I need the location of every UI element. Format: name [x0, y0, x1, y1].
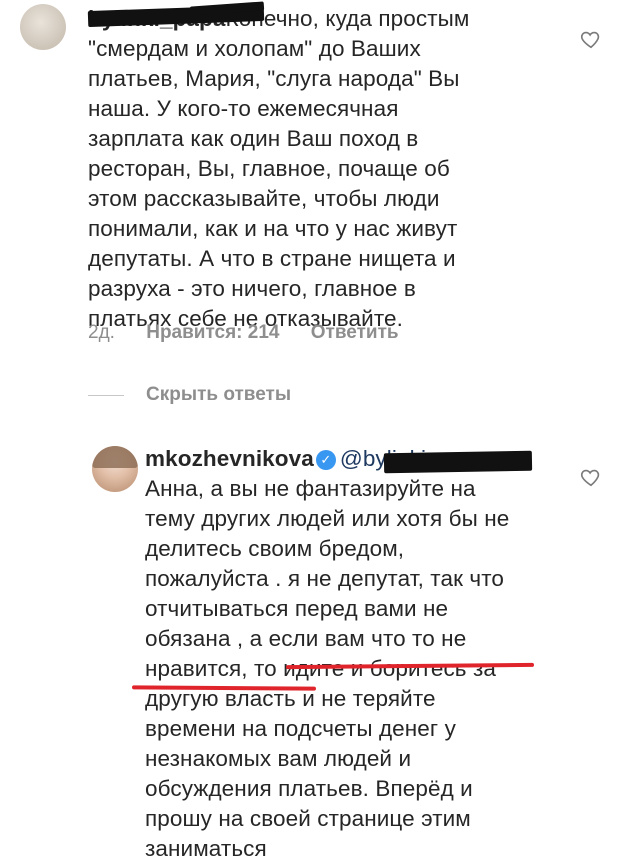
redaction-mark: [383, 450, 533, 474]
avatar[interactable]: [92, 446, 138, 492]
divider: [88, 395, 124, 396]
verified-badge-icon: ✓: [315, 450, 336, 470]
reply-username[interactable]: mkozhevnikova: [145, 446, 314, 471]
comment-body: bylinki_papaКонечно, куда простым "смерд…: [88, 4, 558, 334]
heart-icon[interactable]: [580, 466, 602, 488]
reply-text: Анна, а вы не фантазируйте на тему други…: [145, 476, 510, 681]
reply-body: mkozhevnikova✓@bylinki_papa Анна, а вы н…: [145, 444, 565, 864]
reply-button[interactable]: Ответить: [311, 322, 399, 344]
likes-count[interactable]: Нравится: 214: [146, 322, 279, 344]
comment-text: Конечно, куда простым "смердам и холопам…: [88, 6, 470, 331]
comment-time: 2д.: [88, 322, 115, 343]
avatar[interactable]: [20, 4, 66, 50]
comment-meta: 2д. Нравится: 214 Ответить: [88, 322, 399, 344]
heart-icon[interactable]: [580, 28, 602, 50]
avatar-image: [92, 446, 138, 468]
